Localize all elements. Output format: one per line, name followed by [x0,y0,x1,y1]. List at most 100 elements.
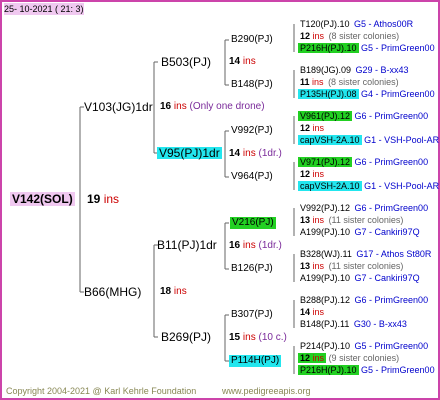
gen4-bottom-ref: G30 - B-xx43 [353,319,407,329]
gen4-bottom-queen[interactable]: capVSH-2A.10 [298,181,362,191]
gen4-bottom-queen[interactable]: P216H(PJ).10 [298,43,359,53]
root-name: V142(SOL) [10,192,75,206]
gen4-top-row-6: B288(PJ).12 G6 - PrimGreen00 [298,294,428,306]
gen4-ins-word: ins [312,169,325,179]
gen4-bottom-queen[interactable]: capVSH-2A.10 [298,135,362,145]
gen3-queen-0[interactable]: B290(PJ) [231,34,273,46]
gen4-bottom-row-6: B148(PJ).11 G30 - B-xx43 [298,318,407,330]
gen4-top-row-3: V971(PJ).12 G6 - PrimGreen00 [298,156,428,168]
gen3-queen-3[interactable]: V964(PJ) [231,171,273,183]
gen4-bottom-row-5: A199(PJ).10 G7 - Cankiri97Q [298,272,420,284]
gen4-bottom-ref: G7 - Cankiri97Q [354,273,420,283]
gen4-ins-row-2: 12 ins [298,122,326,134]
gen4-ins-note: (8 sister colonies) [328,31,400,41]
gen2-inbreeding-3: 15 ins (10 c.) [229,332,287,343]
gen4-ins-value: 12 [300,123,311,133]
root-inbreeding: 19 ins [87,192,120,206]
gen4-top-queen[interactable]: B189(JG).09 [298,65,353,75]
gen4-bottom-queen[interactable]: A199(PJ).10 [298,227,352,237]
gen4-ins-word: ins [312,353,325,363]
gen4-top-ref: G6 - PrimGreen00 [354,295,429,305]
gen4-ins-word: ins [312,215,325,225]
gen4-bottom-ref: G1 - VSH-Pool-AR [364,135,440,145]
gen4-ins-value: 13 [300,215,311,225]
gen4-ins-note: (8 sister colonies) [328,77,399,87]
gen4-top-ref: G17 - Athos St80R [356,249,432,259]
gen4-ins-value: 12 [300,353,311,363]
date-header: 25- 10-2021 ( 21: 3) [4,3,84,15]
gen1-inbreeding-1: 18 ins [160,286,187,297]
gen1-queen-0[interactable]: V103(JG)1dr [84,101,153,113]
gen4-top-row-0: T120(PJ).10 G5 - Athos00R [298,18,413,30]
gen4-bottom-queen[interactable]: B148(PJ).11 [298,319,351,329]
gen2-queen-2[interactable]: B11(PJ)1dr [157,239,217,251]
gen3-queen-1[interactable]: B148(PJ) [231,79,273,91]
gen2-inbreeding-1: 14 ins (1dr.) [229,148,282,159]
gen4-ins-value: 12 [300,169,311,179]
gen4-top-ref: G6 - PrimGreen00 [354,111,429,121]
gen4-top-ref: G5 - PrimGreen00 [354,341,429,351]
gen1-queen-1[interactable]: B66(MHG) [84,286,141,298]
gen4-bottom-row-4: A199(PJ).10 G7 - Cankiri97Q [298,226,420,238]
gen4-top-ref: G6 - PrimGreen00 [354,203,429,213]
gen4-ins-word: ins [312,261,325,271]
gen4-bottom-row-2: capVSH-2A.10 G1 - VSH-Pool-AR [298,134,439,146]
gen4-top-queen[interactable]: V961(PJ).12 [298,111,353,121]
gen4-top-row-1: B189(JG).09 G29 - B-xx43 [298,64,409,76]
gen4-bottom-queen[interactable]: A199(PJ).10 [298,273,352,283]
gen4-top-ref: G5 - Athos00R [354,19,414,29]
gen4-top-ref: G29 - B-xx43 [355,65,409,75]
copyright-text: Copyright 2004-2021 @ Karl Kehrle Founda… [6,386,197,396]
gen2-inbreeding-0: 14 ins [229,56,256,67]
gen2-queen-3[interactable]: B269(PJ) [161,331,211,343]
gen4-ins-row-6: 14 ins [298,306,326,318]
gen4-ins-value: 13 [300,261,311,271]
gen4-top-row-2: V961(PJ).12 G6 - PrimGreen00 [298,110,428,122]
gen4-top-queen[interactable]: B288(PJ).12 [298,295,352,305]
gen4-bottom-queen[interactable]: P216H(PJ).10 [298,365,359,375]
gen4-ins-word: ins [312,123,325,133]
gen4-ins-row-1: 11 ins (8 sister colonies) [298,76,399,88]
gen4-top-queen[interactable]: T120(PJ).10 [298,19,352,29]
gen3-queen-7[interactable]: P114H(PJ) [229,355,282,367]
gen3-queen-6[interactable]: B307(PJ) [231,309,273,321]
gen4-bottom-queen[interactable]: P135H(PJ).08 [298,89,359,99]
gen4-ins-word: ins [312,77,324,87]
gen4-bottom-ref: G7 - Cankiri97Q [354,227,420,237]
gen4-bottom-ref: G5 - PrimGreen00 [361,43,435,53]
gen4-top-queen[interactable]: P214(PJ).10 [298,341,352,351]
gen3-queen-2[interactable]: V992(PJ) [231,125,273,137]
gen4-ins-row-0: 12 ins (8 sister colonies) [298,30,399,42]
root-queen[interactable]: V142(SOL) [10,192,75,207]
gen4-ins-word: ins [312,31,325,41]
gen4-bottom-ref: G5 - PrimGreen00 [361,365,435,375]
gen4-bottom-ref: G1 - VSH-Pool-AR [364,181,440,191]
gen4-top-queen[interactable]: V992(PJ).12 [298,203,352,213]
gen4-bottom-row-7: P216H(PJ).10 G5 - PrimGreen00 [298,364,435,376]
gen4-ins-note: (9 sister colonies) [328,353,400,363]
gen3-queen-5[interactable]: B126(PJ) [231,263,273,275]
gen4-bottom-row-1: P135H(PJ).08 G4 - PrimGreen00 [298,88,435,100]
gen3-queen-4[interactable]: V216(PJ) [230,217,276,229]
gen4-top-queen[interactable]: V971(PJ).12 [298,157,353,167]
gen4-ins-row-4: 13 ins (11 sister colonies) [298,214,403,226]
gen4-ins-value: 14 [300,307,311,317]
gen4-top-row-5: B328(WJ).11 G17 - Athos St80R [298,248,431,260]
gen4-bottom-row-3: capVSH-2A.10 G1 - VSH-Pool-AR [298,180,439,192]
gen4-bottom-row-0: P216H(PJ).10 G5 - PrimGreen00 [298,42,435,54]
gen4-ins-note: (11 sister colonies) [328,261,404,271]
site-link[interactable]: www.pedigreeapis.org [222,385,311,397]
gen4-ins-row-7: 12 ins (9 sister colonies) [298,352,399,364]
gen4-top-row-4: V992(PJ).12 G6 - PrimGreen00 [298,202,428,214]
gen2-queen-1[interactable]: V95(PJ)1dr [157,147,222,159]
gen4-ins-value: 12 [300,31,311,41]
gen4-ins-word: ins [312,307,325,317]
gen2-inbreeding-2: 16 ins (1dr.) [229,240,282,251]
gen4-top-ref: G6 - PrimGreen00 [354,157,429,167]
gen4-top-queen[interactable]: B328(WJ).11 [298,249,354,259]
gen4-bottom-ref: G4 - PrimGreen00 [361,89,435,99]
gen4-ins-row-5: 13 ins (11 sister colonies) [298,260,403,272]
gen4-ins-note: (11 sister colonies) [328,215,404,225]
gen2-queen-0[interactable]: B503(PJ) [161,56,211,68]
gen4-top-row-7: P214(PJ).10 G5 - PrimGreen00 [298,340,428,352]
